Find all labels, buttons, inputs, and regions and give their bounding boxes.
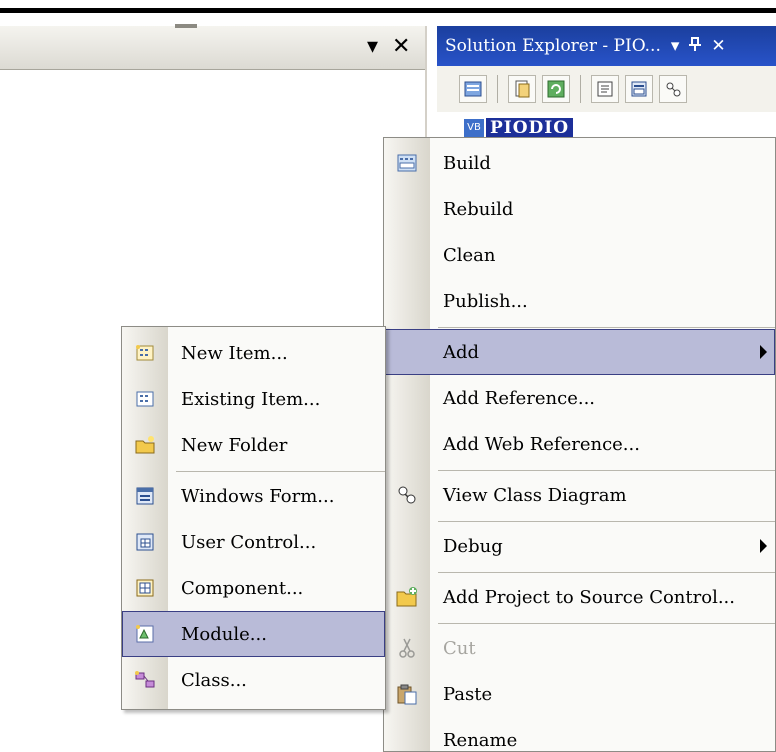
submenu-item-windows-form[interactable]: Windows Form... (122, 473, 385, 519)
menu-item-label: Paste (443, 683, 493, 705)
menu-item-label: Debug (443, 535, 503, 557)
submenu-item-new-item[interactable]: New Item... (122, 330, 385, 376)
top-rule (0, 8, 776, 13)
cut-icon (384, 625, 430, 671)
menu-item-label: Cut (443, 637, 476, 659)
build-icon (384, 140, 430, 186)
toolbar-separator (497, 75, 498, 103)
menu-item-label: Publish... (443, 290, 528, 312)
project-context-menu: Build Rebuild Clean Publish... Add Add R… (383, 137, 776, 752)
class-diagram-icon (384, 472, 430, 518)
submenu-item-new-folder[interactable]: New Folder (122, 422, 385, 468)
submenu-arrow-icon (760, 539, 767, 553)
menu-item-label: Component... (181, 577, 304, 599)
close-icon[interactable]: ✕ (392, 34, 410, 59)
menu-item-label: View Class Diagram (443, 484, 627, 506)
submenu-item-module[interactable]: Module... (122, 611, 385, 657)
module-icon (122, 611, 168, 657)
submenu-item-component[interactable]: Component... (122, 565, 385, 611)
new-folder-icon (122, 422, 168, 468)
menu-item-label: Add Web Reference... (443, 433, 640, 455)
menu-item-add[interactable]: Add (384, 329, 775, 375)
view-designer-icon[interactable] (625, 75, 653, 103)
menu-item-debug[interactable]: Debug (384, 523, 775, 569)
menu-separator (438, 521, 775, 522)
component-icon (122, 565, 168, 611)
menu-item-label: Windows Form... (181, 485, 335, 507)
show-all-files-icon[interactable] (508, 75, 536, 103)
menu-item-paste[interactable]: Paste (384, 671, 775, 717)
menu-item-label: Module... (181, 623, 267, 645)
properties-icon[interactable] (459, 75, 487, 103)
submenu-item-class[interactable]: Class... (122, 657, 385, 703)
document-pane-titlebar: ▾ ✕ (0, 24, 425, 70)
submenu-item-user-control[interactable]: User Control... (122, 519, 385, 565)
source-control-icon (384, 574, 430, 620)
menu-item-add-web-reference[interactable]: Add Web Reference... (384, 421, 775, 467)
close-icon[interactable]: ✕ (711, 36, 725, 56)
menu-item-label: Class... (181, 669, 247, 691)
new-item-icon (122, 330, 168, 376)
menu-separator (438, 327, 775, 328)
pin-icon[interactable] (689, 36, 702, 56)
submenu-item-existing-item[interactable]: Existing Item... (122, 376, 385, 422)
refresh-icon[interactable] (542, 75, 570, 103)
menu-separator (176, 471, 385, 472)
menu-separator (438, 572, 775, 573)
solution-explorer-toolbar (437, 66, 776, 112)
submenu-arrow-icon (760, 345, 767, 359)
menu-item-build[interactable]: Build (384, 140, 775, 186)
menu-item-publish[interactable]: Publish... (384, 278, 775, 324)
menu-item-rebuild[interactable]: Rebuild (384, 186, 775, 232)
project-node[interactable]: VB PIODIO (464, 118, 574, 138)
user-control-icon (122, 519, 168, 565)
chevron-down-icon[interactable]: ▾ (671, 36, 680, 56)
vb-project-icon: VB (464, 119, 484, 137)
toolbar-separator (580, 75, 581, 103)
solution-explorer-title: Solution Explorer - PIO... (445, 36, 661, 56)
menu-item-label: New Folder (181, 434, 288, 456)
menu-item-label: New Item... (181, 342, 288, 364)
menu-item-add-reference[interactable]: Add Reference... (384, 375, 775, 421)
menu-separator (438, 623, 775, 624)
menu-item-label: Add Reference... (443, 387, 596, 409)
menu-item-label: User Control... (181, 531, 317, 553)
menu-separator (438, 470, 775, 471)
menu-item-add-to-source-control[interactable]: Add Project to Source Control... (384, 574, 775, 620)
class-diagram-icon[interactable] (659, 75, 687, 103)
chevron-down-icon[interactable]: ▾ (367, 34, 378, 59)
menu-item-view-class-diagram[interactable]: View Class Diagram (384, 472, 775, 518)
solution-explorer-titlebar: Solution Explorer - PIO... ▾ ✕ (437, 26, 776, 66)
add-submenu: New Item... Existing Item... New Folder … (121, 326, 386, 710)
paste-icon (384, 671, 430, 717)
menu-item-label: Build (443, 152, 491, 174)
menu-item-label: Existing Item... (181, 388, 321, 410)
menu-item-label: Rebuild (443, 198, 514, 220)
tab-stub (175, 24, 197, 28)
menu-item-label: Rename (443, 729, 518, 751)
menu-item-label: Clean (443, 244, 496, 266)
menu-item-cut[interactable]: Cut (384, 625, 775, 671)
view-code-icon[interactable] (591, 75, 619, 103)
existing-item-icon (122, 376, 168, 422)
windows-form-icon (122, 473, 168, 519)
project-name: PIODIO (486, 118, 574, 138)
menu-item-clean[interactable]: Clean (384, 232, 775, 278)
menu-item-rename[interactable]: Rename (384, 717, 775, 752)
menu-item-label: Add (443, 341, 480, 363)
menu-item-label: Add Project to Source Control... (443, 586, 735, 608)
class-icon (122, 657, 168, 703)
